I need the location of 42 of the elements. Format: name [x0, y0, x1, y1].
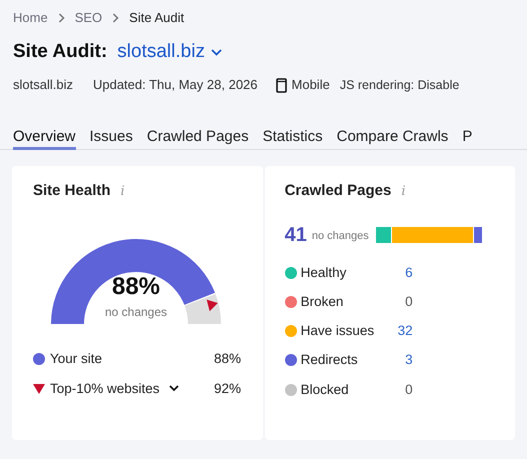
status-label: Blocked — [300, 380, 349, 398]
count-link[interactable]: 6 — [405, 262, 413, 283]
tab[interactable]: Overview — [13, 126, 76, 150]
total-count: 41 — [284, 222, 307, 248]
js-rendering-text: JS rendering: Disable — [340, 76, 460, 94]
status-label: Have issues — [300, 322, 374, 340]
legend-value: 88% — [214, 350, 241, 368]
breadcrumb-link[interactable]: SEO — [74, 8, 102, 28]
updated-text: Updated: Thu, May 28, 2026 — [92, 76, 258, 94]
tab[interactable]: Statistics — [262, 126, 323, 150]
page-title: Site Audit: — [13, 40, 108, 64]
legend-value: 92% — [214, 380, 241, 398]
change-text: no changes — [104, 304, 168, 320]
change-text: no changes — [312, 228, 369, 244]
health-score: 88% — [112, 274, 160, 298]
project-dropdown[interactable]: slotsall.biz — [117, 38, 222, 66]
phone-icon — [276, 78, 287, 92]
count-link[interactable]: 32 — [398, 321, 413, 342]
tab[interactable]: P — [462, 126, 472, 150]
status-label: Healthy — [300, 264, 346, 282]
count-text: 0 — [405, 292, 413, 311]
info-icon: i — [120, 182, 125, 201]
device-text: Mobile — [292, 76, 330, 94]
chevron-right-icon — [112, 13, 120, 23]
info-icon: i — [401, 182, 406, 201]
chevron-down-icon[interactable] — [168, 385, 179, 392]
count-text: 0 — [405, 380, 413, 398]
chevron-down-icon — [210, 48, 222, 56]
legend-label: Your site — [50, 350, 102, 368]
status-label: Redirects — [300, 351, 358, 370]
tab[interactable]: Crawled Pages — [146, 126, 249, 150]
card-title: Site Health — [33, 181, 111, 201]
legend-label: Top-10% websites — [50, 380, 160, 398]
chevron-right-icon — [58, 13, 65, 23]
tab[interactable]: Compare Crawls — [336, 126, 448, 150]
domain-text: slotsall.biz — [13, 76, 73, 94]
card-title: Crawled Pages — [284, 181, 392, 201]
count-link[interactable]: 3 — [405, 350, 413, 370]
breadcrumb-current: Site Audit — [129, 9, 184, 28]
tab[interactable]: Issues — [90, 126, 133, 150]
status-label: Broken — [300, 292, 344, 311]
breadcrumb-link[interactable]: Home — [13, 8, 48, 28]
